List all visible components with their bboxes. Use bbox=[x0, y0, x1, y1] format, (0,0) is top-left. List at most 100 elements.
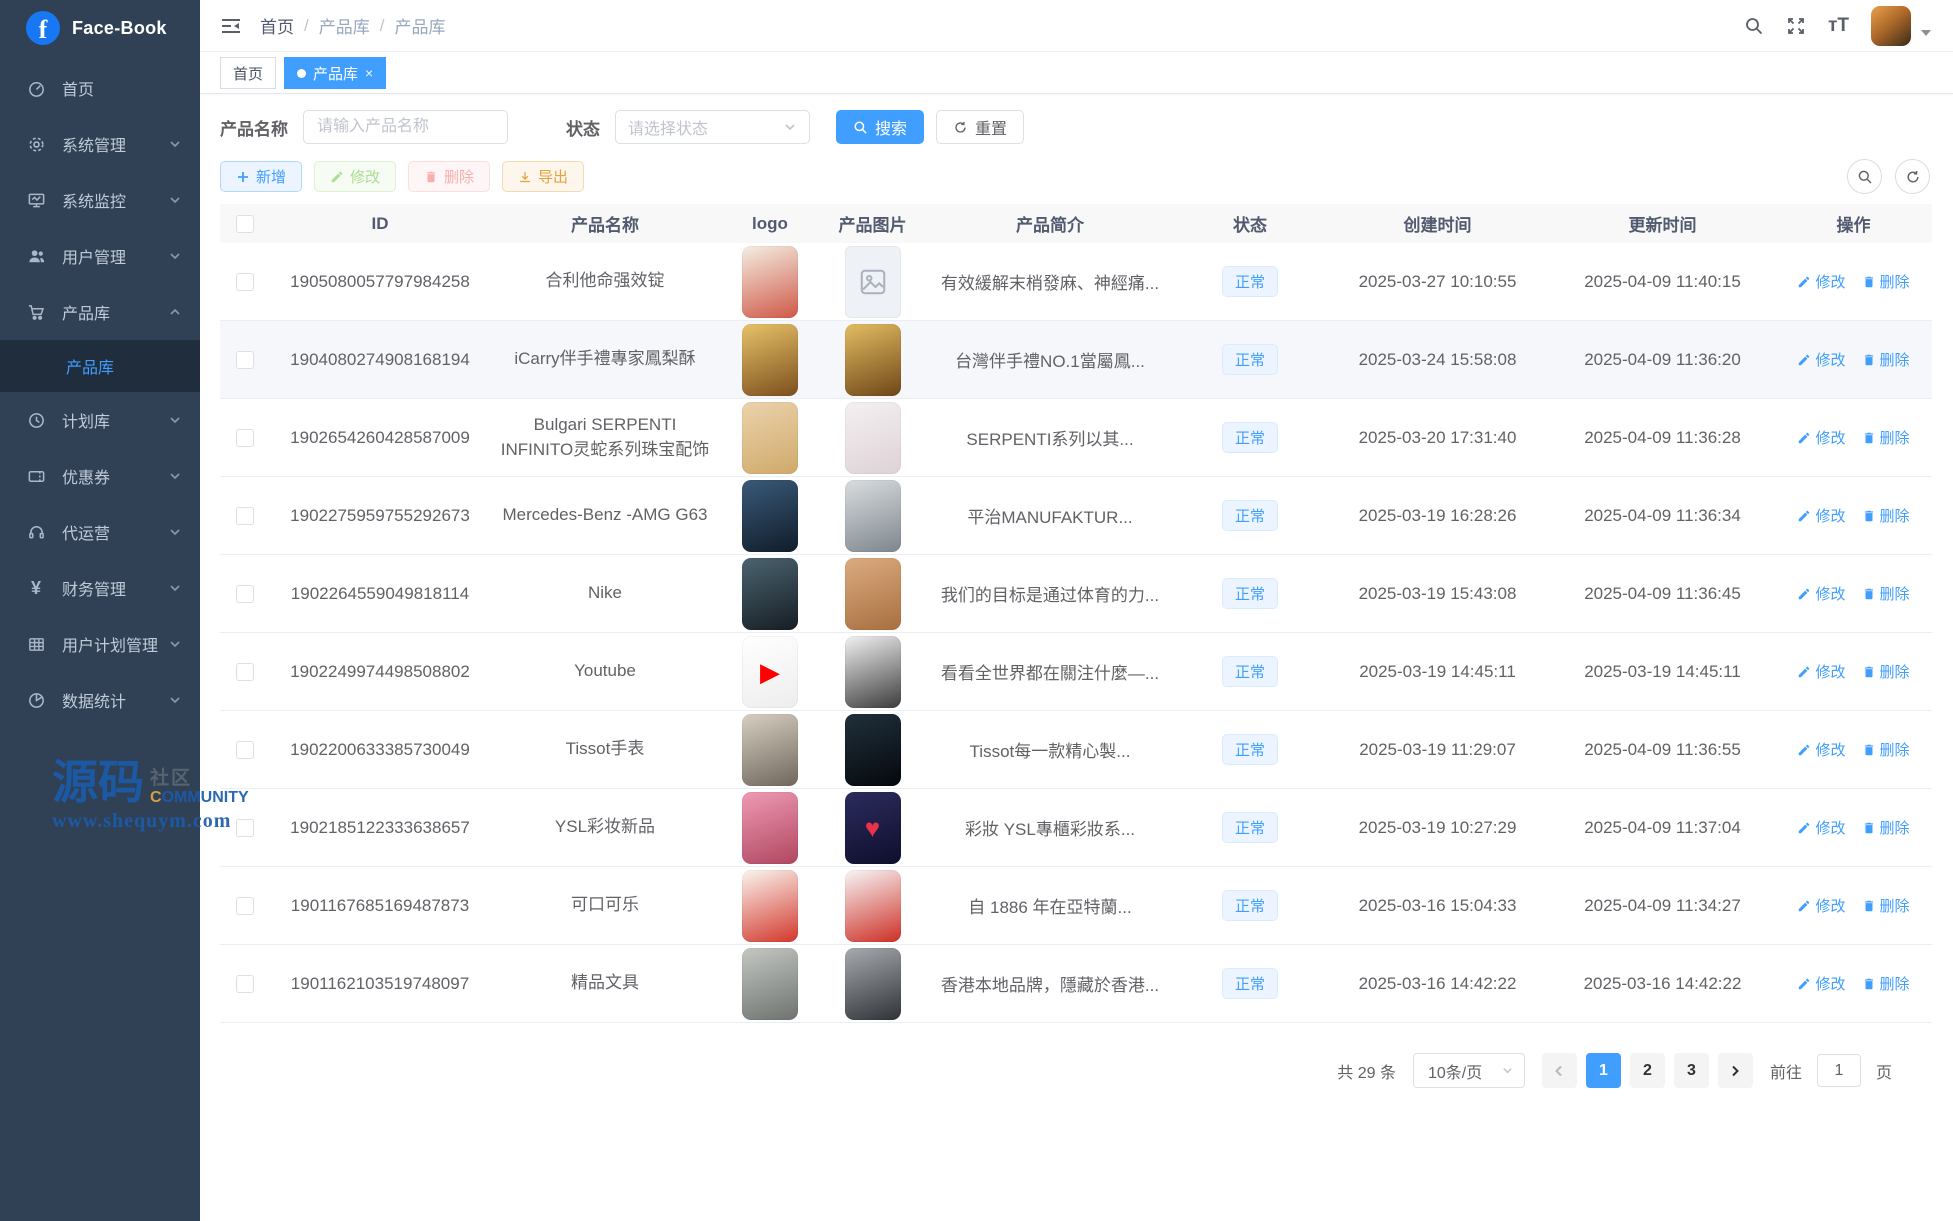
delete-link[interactable]: 删除 bbox=[1862, 895, 1910, 916]
top-navbar: 首页 / 产品库 / 产品库 ᴛT bbox=[200, 0, 1953, 52]
product-logo-image[interactable] bbox=[742, 401, 798, 474]
pencil-icon bbox=[1799, 744, 1810, 755]
row-checkbox[interactable] bbox=[236, 584, 254, 603]
edit-link[interactable]: 修改 bbox=[1797, 583, 1846, 604]
status-select[interactable]: 请选择状态 bbox=[615, 110, 810, 144]
sidebar-item-user-management[interactable]: 用户管理 bbox=[0, 228, 200, 284]
edit-link[interactable]: 修改 bbox=[1797, 349, 1846, 370]
add-button[interactable]: 新增 bbox=[220, 161, 303, 192]
chevron-up-icon bbox=[168, 305, 182, 319]
product-logo-image[interactable]: ▶ bbox=[742, 635, 798, 708]
goto-page-input[interactable] bbox=[1816, 1054, 1861, 1087]
page-button-1[interactable]: 1 bbox=[1585, 1053, 1621, 1088]
user-menu-caret-icon[interactable] bbox=[1921, 29, 1931, 36]
product-picture-image[interactable] bbox=[844, 479, 901, 552]
product-picture-image[interactable] bbox=[844, 869, 901, 942]
product-picture-image[interactable] bbox=[844, 245, 901, 318]
product-picture-image[interactable] bbox=[844, 713, 901, 786]
product-logo-image[interactable] bbox=[742, 869, 798, 942]
product-picture-image[interactable] bbox=[844, 635, 901, 708]
fullscreen-icon[interactable] bbox=[1786, 16, 1806, 36]
row-checkbox[interactable] bbox=[236, 818, 254, 837]
goto-unit-label: 页 bbox=[1875, 1064, 1892, 1082]
refresh-table-button[interactable] bbox=[1895, 159, 1930, 194]
column-header-status: 状态 bbox=[1233, 216, 1267, 235]
delete-link[interactable]: 删除 bbox=[1862, 349, 1910, 370]
tag-product-library[interactable]: 产品库 × bbox=[284, 57, 387, 89]
export-button[interactable]: 导出 bbox=[502, 161, 585, 192]
next-page-button[interactable] bbox=[1717, 1053, 1753, 1088]
row-checkbox[interactable] bbox=[236, 506, 254, 525]
product-picture-image[interactable] bbox=[844, 401, 901, 474]
edit-link[interactable]: 修改 bbox=[1797, 271, 1846, 292]
user-avatar[interactable] bbox=[1871, 5, 1911, 46]
sidebar-item-system-management[interactable]: 系统管理 bbox=[0, 116, 200, 172]
delete-link[interactable]: 删除 bbox=[1862, 427, 1910, 448]
row-checkbox[interactable] bbox=[236, 272, 254, 291]
product-picture-image[interactable] bbox=[844, 947, 901, 1020]
edit-link[interactable]: 修改 bbox=[1797, 505, 1846, 526]
row-checkbox[interactable] bbox=[236, 428, 254, 447]
tag-close-icon[interactable]: × bbox=[365, 66, 373, 80]
toggle-search-button[interactable] bbox=[1847, 159, 1882, 194]
delete-link[interactable]: 删除 bbox=[1862, 505, 1910, 526]
created-time: 2025-03-19 16:28:26 bbox=[1358, 505, 1517, 525]
table-toolbar: 新增 修改 删除 导出 bbox=[220, 159, 1932, 194]
delete-link[interactable]: 删除 bbox=[1862, 661, 1910, 682]
delete-link[interactable]: 删除 bbox=[1862, 817, 1910, 838]
sidebar-item-plan-library[interactable]: 计划库 bbox=[0, 392, 200, 448]
sidebar-item-user-plan-management[interactable]: 用户计划管理 bbox=[0, 616, 200, 672]
delete-link[interactable]: 删除 bbox=[1862, 973, 1910, 994]
sidebar-item-agent-operation[interactable]: 代运营 bbox=[0, 504, 200, 560]
delete-link[interactable]: 删除 bbox=[1862, 739, 1910, 760]
breadcrumb-home[interactable]: 首页 bbox=[260, 13, 294, 38]
prev-page-button[interactable] bbox=[1541, 1053, 1577, 1088]
edit-link[interactable]: 修改 bbox=[1797, 895, 1846, 916]
product-logo-image[interactable] bbox=[742, 479, 798, 552]
edit-link[interactable]: 修改 bbox=[1797, 973, 1846, 994]
sidebar-item-system-monitor[interactable]: 系统监控 bbox=[0, 172, 200, 228]
status-badge: 正常 bbox=[1221, 812, 1278, 843]
product-name-input[interactable] bbox=[303, 110, 508, 144]
search-button[interactable]: 搜索 bbox=[836, 110, 925, 144]
header-search-icon[interactable] bbox=[1744, 16, 1764, 36]
sidebar-toggle-icon[interactable] bbox=[220, 16, 242, 36]
sidebar-item-coupons[interactable]: 优惠券 bbox=[0, 448, 200, 504]
updated-time: 2025-03-16 14:42:22 bbox=[1583, 973, 1742, 993]
reset-button[interactable]: 重置 bbox=[936, 110, 1025, 144]
product-logo-image[interactable] bbox=[742, 557, 798, 630]
tag-home[interactable]: 首页 bbox=[220, 57, 277, 89]
row-checkbox[interactable] bbox=[236, 896, 254, 915]
edit-link[interactable]: 修改 bbox=[1797, 661, 1846, 682]
product-logo-image[interactable] bbox=[742, 323, 798, 396]
page-button-3[interactable]: 3 bbox=[1673, 1053, 1709, 1088]
delete-link[interactable]: 删除 bbox=[1862, 271, 1910, 292]
edit-link[interactable]: 修改 bbox=[1797, 817, 1846, 838]
sidebar-item-finance-management[interactable]: ¥ 财务管理 bbox=[0, 560, 200, 616]
edit-link[interactable]: 修改 bbox=[1797, 427, 1846, 448]
product-logo-image[interactable] bbox=[742, 947, 798, 1020]
row-checkbox[interactable] bbox=[236, 662, 254, 681]
edit-button[interactable]: 修改 bbox=[314, 161, 397, 192]
product-picture-image[interactable] bbox=[844, 557, 901, 630]
row-checkbox[interactable] bbox=[236, 350, 254, 369]
product-picture-image[interactable] bbox=[844, 323, 901, 396]
page-size-select[interactable]: 10条/页 bbox=[1412, 1053, 1525, 1088]
font-size-icon[interactable]: ᴛT bbox=[1828, 15, 1849, 37]
delete-link[interactable]: 删除 bbox=[1862, 583, 1910, 604]
sidebar-subitem-product-library[interactable]: 产品库 bbox=[0, 340, 200, 392]
product-logo-image[interactable] bbox=[742, 791, 798, 864]
delete-button[interactable]: 删除 bbox=[408, 161, 491, 192]
select-all-checkbox[interactable] bbox=[236, 214, 254, 233]
sidebar-item-home[interactable]: 首页 bbox=[0, 60, 200, 116]
row-checkbox[interactable] bbox=[236, 974, 254, 993]
page-button-2[interactable]: 2 bbox=[1629, 1053, 1665, 1088]
row-checkbox[interactable] bbox=[236, 740, 254, 759]
product-logo-image[interactable] bbox=[742, 245, 798, 318]
breadcrumb-product-library[interactable]: 产品库 bbox=[319, 13, 370, 38]
product-logo-image[interactable] bbox=[742, 713, 798, 786]
sidebar-item-data-statistics[interactable]: 数据统计 bbox=[0, 672, 200, 728]
edit-link[interactable]: 修改 bbox=[1797, 739, 1846, 760]
sidebar-item-product-library[interactable]: 产品库 bbox=[0, 284, 200, 340]
product-picture-image[interactable]: ♥ bbox=[844, 791, 901, 864]
